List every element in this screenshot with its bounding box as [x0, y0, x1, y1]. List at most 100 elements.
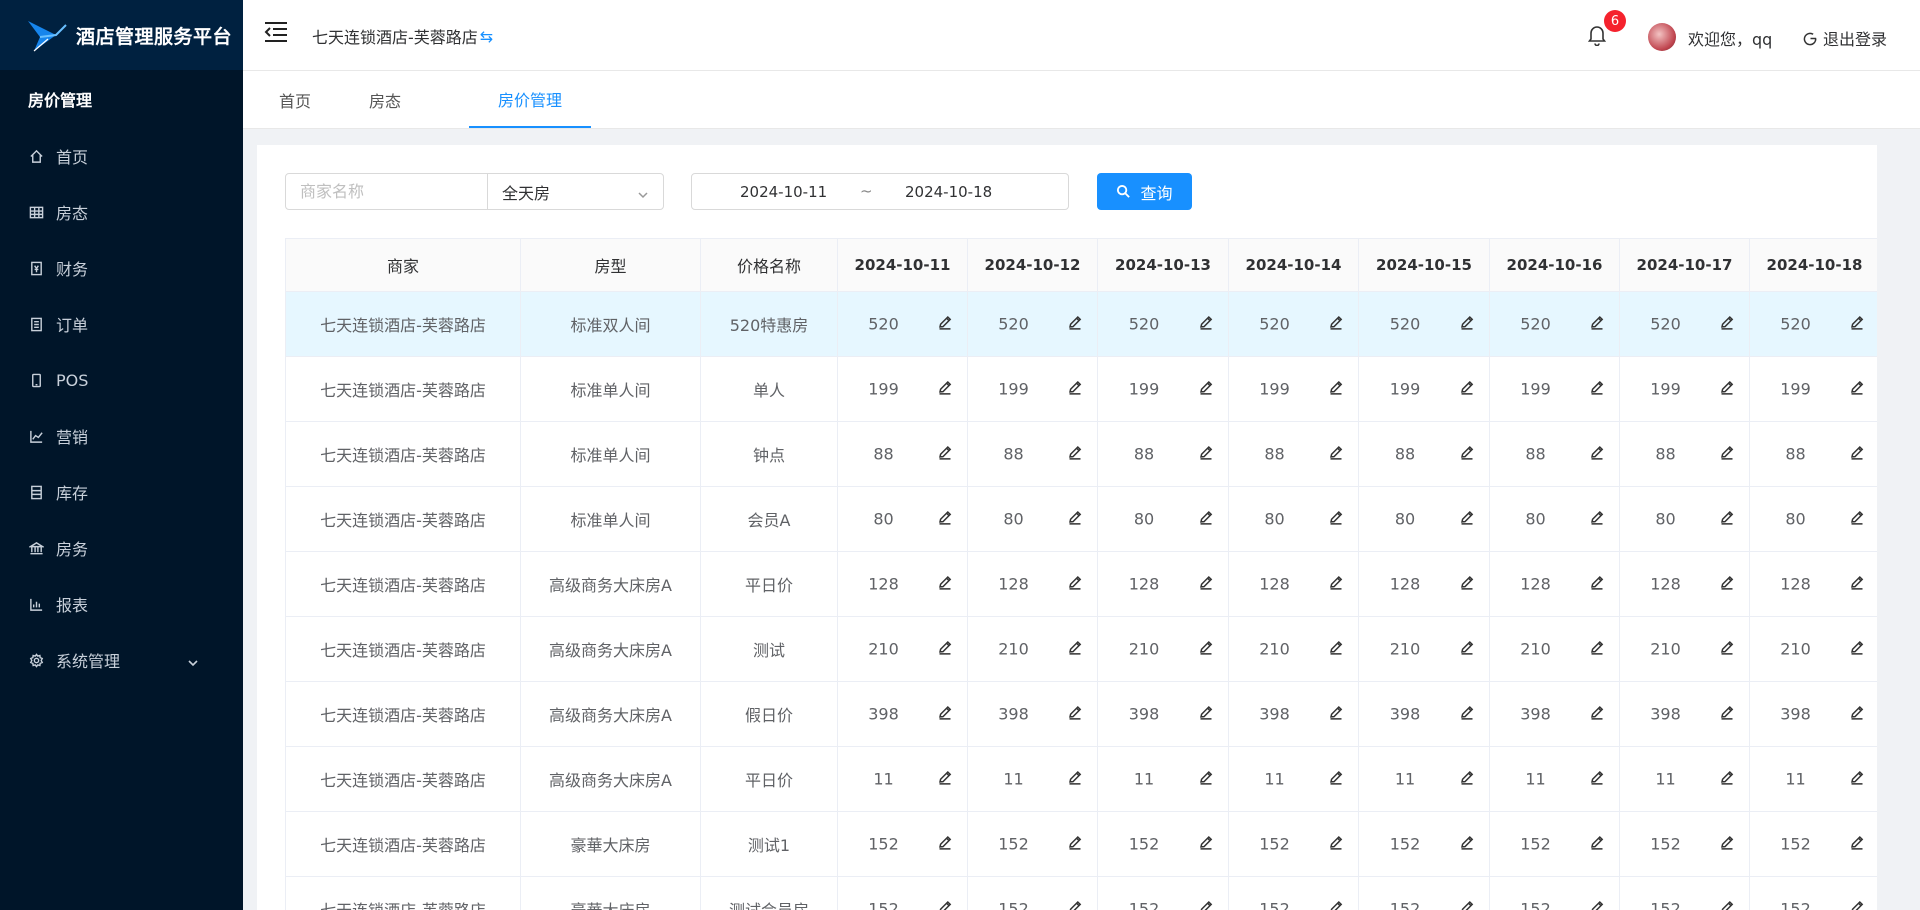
edit-icon[interactable] [1328, 639, 1344, 655]
edit-icon[interactable] [1198, 834, 1214, 850]
edit-icon[interactable] [937, 314, 953, 330]
edit-icon[interactable] [1328, 314, 1344, 330]
edit-icon[interactable] [1198, 379, 1214, 395]
edit-icon[interactable] [1067, 379, 1083, 395]
edit-icon[interactable] [1198, 444, 1214, 460]
edit-icon[interactable] [1589, 314, 1605, 330]
bell-icon[interactable] [1587, 24, 1607, 47]
edit-icon[interactable] [937, 769, 953, 785]
edit-icon[interactable] [1719, 379, 1735, 395]
sidebar-item-orders[interactable]: 订单 [0, 296, 243, 352]
edit-icon[interactable] [1849, 574, 1865, 590]
edit-icon[interactable] [1328, 899, 1344, 910]
edit-icon[interactable] [1198, 314, 1214, 330]
sidebar-item-finance[interactable]: 财务 [0, 240, 243, 296]
sidebar-item-pos[interactable]: POS [0, 352, 243, 408]
edit-icon[interactable] [1198, 639, 1214, 655]
edit-icon[interactable] [1719, 704, 1735, 720]
edit-icon[interactable] [1719, 769, 1735, 785]
edit-icon[interactable] [1459, 574, 1475, 590]
room-type-select[interactable]: 全天房 [487, 173, 664, 210]
edit-icon[interactable] [1328, 444, 1344, 460]
date-start[interactable]: 2024-10-11 [740, 183, 827, 201]
edit-icon[interactable] [1589, 899, 1605, 910]
tab-room-price[interactable]: 房价管理 [469, 71, 591, 128]
edit-icon[interactable] [1198, 704, 1214, 720]
sidebar-item-room-status[interactable]: 房态 [0, 184, 243, 240]
edit-icon[interactable] [1719, 574, 1735, 590]
edit-icon[interactable] [1849, 769, 1865, 785]
edit-icon[interactable] [1067, 444, 1083, 460]
edit-icon[interactable] [1719, 899, 1735, 910]
edit-icon[interactable] [1719, 444, 1735, 460]
tab-room-status[interactable]: 房态 [353, 71, 417, 128]
edit-icon[interactable] [1719, 834, 1735, 850]
edit-icon[interactable] [1328, 574, 1344, 590]
logout-button[interactable]: 退出登录 [1803, 26, 1887, 50]
edit-icon[interactable] [1459, 444, 1475, 460]
edit-icon[interactable] [1589, 704, 1605, 720]
edit-icon[interactable] [1719, 314, 1735, 330]
edit-icon[interactable] [937, 899, 953, 910]
edit-icon[interactable] [1067, 704, 1083, 720]
edit-icon[interactable] [1459, 834, 1475, 850]
edit-icon[interactable] [1589, 574, 1605, 590]
edit-icon[interactable] [1589, 379, 1605, 395]
edit-icon[interactable] [1459, 769, 1475, 785]
sidebar-item-reports[interactable]: 报表 [0, 576, 243, 632]
edit-icon[interactable] [1849, 639, 1865, 655]
edit-icon[interactable] [1328, 379, 1344, 395]
switch-icon[interactable]: ⇆ [480, 27, 493, 46]
edit-icon[interactable] [1589, 769, 1605, 785]
edit-icon[interactable] [1067, 639, 1083, 655]
edit-icon[interactable] [1328, 769, 1344, 785]
edit-icon[interactable] [1849, 314, 1865, 330]
edit-icon[interactable] [1589, 834, 1605, 850]
edit-icon[interactable] [937, 834, 953, 850]
edit-icon[interactable] [1328, 704, 1344, 720]
edit-icon[interactable] [1067, 899, 1083, 910]
welcome-text[interactable]: 欢迎您，qq [1688, 26, 1772, 50]
edit-icon[interactable] [1589, 639, 1605, 655]
edit-icon[interactable] [1328, 509, 1344, 525]
edit-icon[interactable] [1459, 899, 1475, 910]
edit-icon[interactable] [1198, 899, 1214, 910]
avatar[interactable] [1648, 23, 1676, 51]
edit-icon[interactable] [1459, 314, 1475, 330]
edit-icon[interactable] [937, 379, 953, 395]
sidebar-item-system[interactable]: 系统管理 [0, 632, 243, 688]
date-end[interactable]: 2024-10-18 [905, 183, 992, 201]
edit-icon[interactable] [1849, 509, 1865, 525]
edit-icon[interactable] [1849, 704, 1865, 720]
edit-icon[interactable] [1067, 314, 1083, 330]
edit-icon[interactable] [1067, 834, 1083, 850]
hotel-switcher[interactable]: 七天连锁酒店-芙蓉路店 ⇆ [312, 24, 493, 48]
edit-icon[interactable] [1849, 444, 1865, 460]
edit-icon[interactable] [1719, 639, 1735, 655]
edit-icon[interactable] [937, 509, 953, 525]
edit-icon[interactable] [1459, 704, 1475, 720]
sidebar-item-housekeeping[interactable]: 房务 [0, 520, 243, 576]
sidebar-item-marketing[interactable]: 营销 [0, 408, 243, 464]
edit-icon[interactable] [1067, 769, 1083, 785]
edit-icon[interactable] [1719, 509, 1735, 525]
edit-icon[interactable] [937, 704, 953, 720]
edit-icon[interactable] [1849, 834, 1865, 850]
edit-icon[interactable] [1589, 444, 1605, 460]
edit-icon[interactable] [1198, 509, 1214, 525]
edit-icon[interactable] [1459, 379, 1475, 395]
merchant-search-input[interactable] [285, 173, 488, 210]
edit-icon[interactable] [1849, 899, 1865, 910]
menu-fold-button[interactable] [263, 20, 289, 44]
edit-icon[interactable] [1849, 379, 1865, 395]
edit-icon[interactable] [1459, 509, 1475, 525]
tab-home[interactable]: 首页 [263, 71, 327, 128]
sidebar-item-inventory[interactable]: 库存 [0, 464, 243, 520]
sidebar-item-home[interactable]: 首页 [0, 128, 243, 184]
edit-icon[interactable] [937, 574, 953, 590]
date-range-picker[interactable]: 2024-10-11 ~ 2024-10-18 [691, 173, 1069, 210]
edit-icon[interactable] [1459, 639, 1475, 655]
edit-icon[interactable] [1589, 509, 1605, 525]
edit-icon[interactable] [937, 444, 953, 460]
edit-icon[interactable] [1067, 574, 1083, 590]
